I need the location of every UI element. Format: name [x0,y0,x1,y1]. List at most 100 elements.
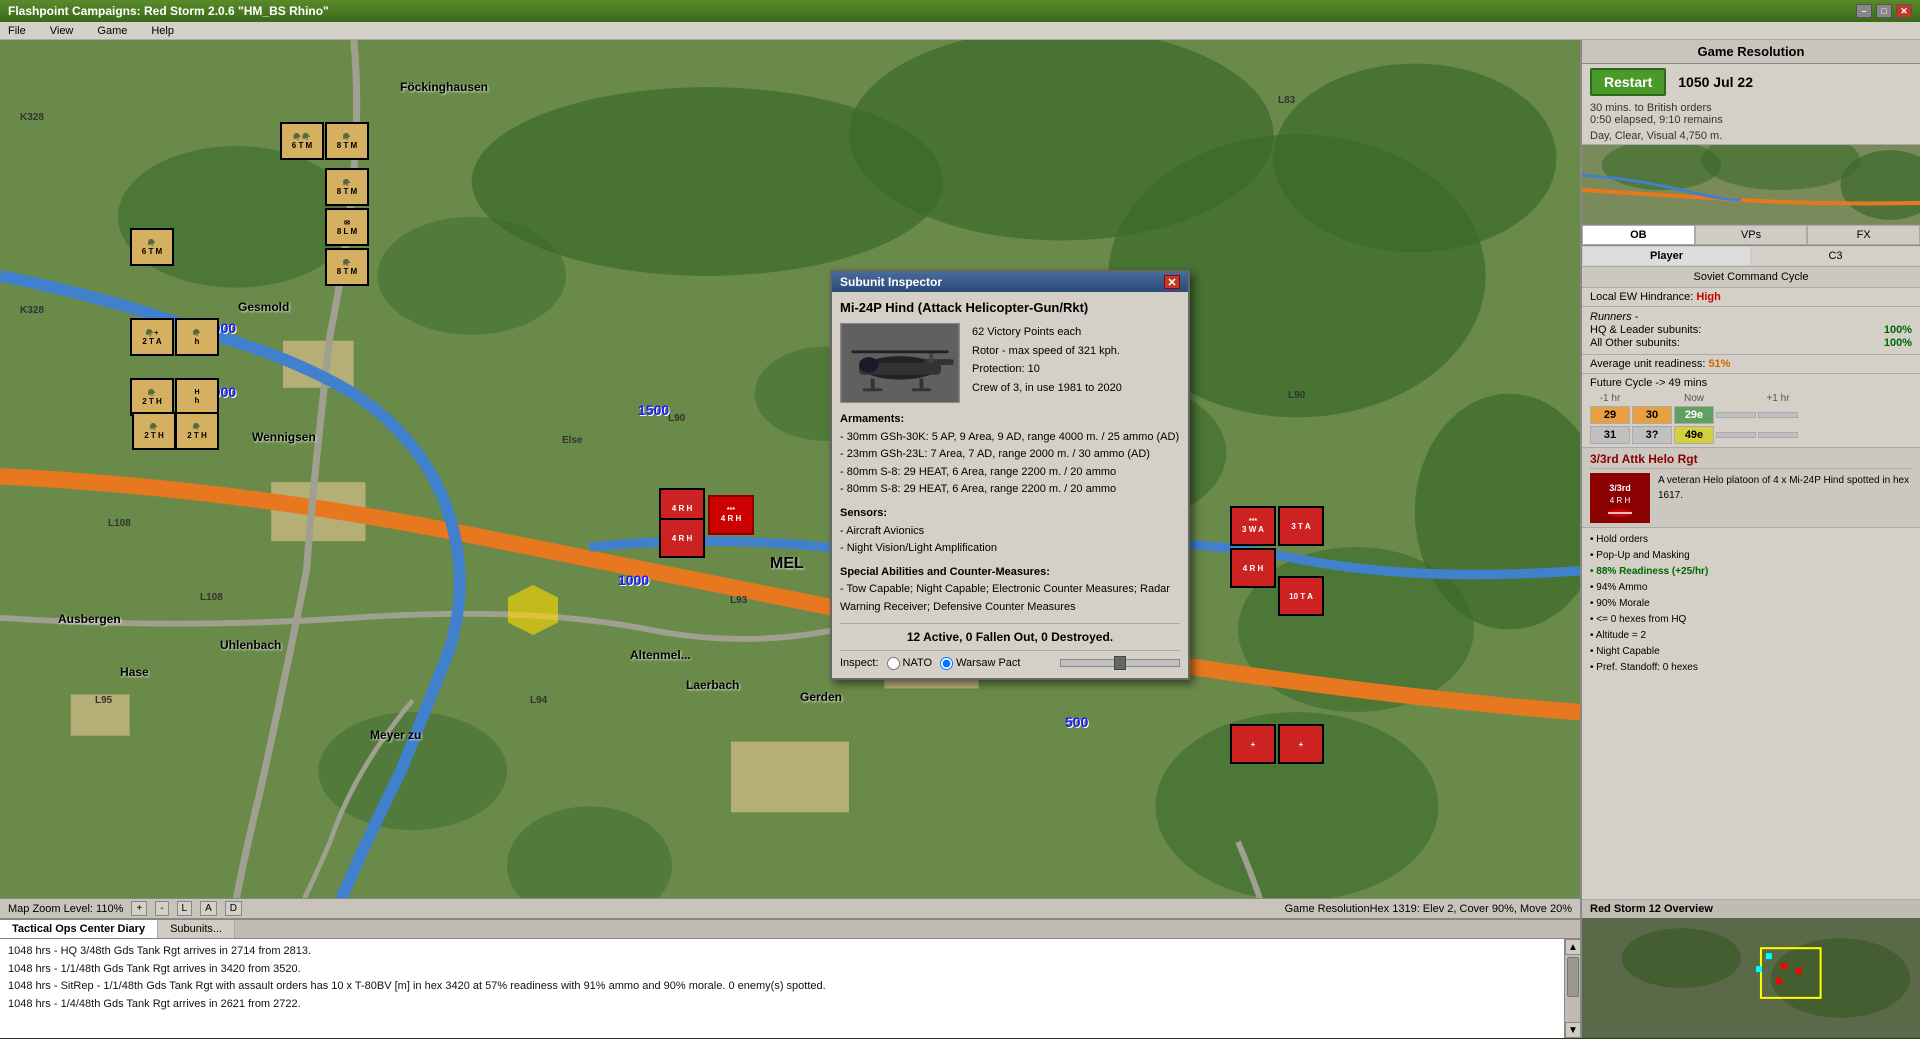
diary-line-2: 1048 hrs - 1/1/48th Gds Tank Rgt arrives… [8,961,1572,979]
arm3: - 80mm S-8: 29 HEAT, 6 Area, range 2200 … [840,464,1180,482]
inspector-unit-name: Mi-24P Hind (Attack Helicopter-Gun/Rkt) [840,300,1180,315]
future-cycle: Future Cycle -> 49 mins -1 hr Now +1 hr … [1582,374,1920,448]
tab-ob[interactable]: OB [1582,225,1695,245]
tab-player[interactable]: Player [1582,246,1751,266]
titlebar: Flashpoint Campaigns: Red Storm 2.0.6 "H… [0,0,1920,22]
ew-value: High [1696,291,1720,303]
status-bar: Map Zoom Level: 110% + - L A D Game Reso… [0,898,1580,918]
unit-soviet-10[interactable]: + [1278,724,1324,764]
inspector-body: Mi-24P Hind (Attack Helicopter-Gun/Rkt) [832,292,1188,678]
avg-value: 51% [1708,358,1730,370]
unit-nato-12[interactable]: 🪖 2 T H [175,412,219,450]
unit-nato-2[interactable]: 🪖 8 T M [325,122,369,160]
inspect-warsaw-option[interactable]: Warsaw Pact [940,657,1020,670]
inspect-nato-radio[interactable] [887,657,900,670]
helicopter-image [840,323,960,403]
zoom-l-btn[interactable]: L [177,901,193,916]
sensor2: - Night Vision/Light Amplification [840,540,1180,558]
inspector-protection: Protection: 10 [972,360,1122,379]
tab-c3[interactable]: C3 [1751,246,1920,266]
cycle-cell-49e: 49e [1674,426,1714,444]
unit-soviet-6[interactable]: 4 R H [1230,548,1276,588]
inspector-rotor: Rotor - max speed of 321 kph. [972,342,1122,361]
range-1000: 1000 [618,572,649,588]
right-panel: Game Resolution Restart 1050 Jul 22 30 m… [1580,40,1920,1038]
bullet-hq-dist: <= 0 hexes from HQ [1590,612,1912,628]
inspect-warsaw-radio[interactable] [940,657,953,670]
maximize-button[interactable]: □ [1876,4,1892,18]
time-line: 30 mins. to British orders [1590,102,1912,114]
unit-soviet-7[interactable]: 10 T A [1278,576,1324,616]
zoom-a-btn[interactable]: A [200,901,217,916]
unit-nato-9[interactable]: 🪖 2 T H [130,378,174,416]
cycle-cell-empty [1716,412,1756,418]
unit-nato-7[interactable]: 🪖+ 2 T A [130,318,174,356]
inspector-special: Special Abilities and Counter-Measures: … [840,564,1180,617]
cycle-header-now: Now [1674,393,1714,404]
close-button[interactable]: ✕ [1896,4,1912,18]
inspector-top-section: 62 Victory Points each Rotor - max speed… [840,323,1180,403]
inspector-close-button[interactable]: ✕ [1164,275,1180,289]
runners-label: Runners - [1590,311,1912,323]
map-area[interactable]: Föckinghausen Gesmold Wennigsen Ausberge… [0,40,1580,1038]
diary-line-3: 1048 hrs - SitRep - 1/1/48th Gds Tank Rg… [8,978,1572,996]
hex-l90-2: L90 [668,413,685,424]
map-thumbnail [1582,145,1920,225]
diary-line-1: 1048 hrs - HQ 3/48th Gds Tank Rgt arrive… [8,943,1572,961]
unit-nato-10[interactable]: H h [175,378,219,416]
unit-soviet-9[interactable]: + [1230,724,1276,764]
zoom-d-btn[interactable]: D [225,901,242,916]
titlebar-controls: – □ ✕ [1856,4,1912,18]
unit-nato-11[interactable]: 🪖 2 T H [132,412,176,450]
cycle-header-plus1: +1 hr [1758,393,1798,404]
unit-nato-8[interactable]: 🪖 h [175,318,219,356]
restart-button[interactable]: Restart [1590,68,1666,96]
scroll-thumb[interactable] [1567,957,1579,997]
ew-label: Local EW Hindrance: [1590,291,1693,303]
unit-soviet-4[interactable]: *** 3 W A [1230,506,1276,546]
inspector-stats: 62 Victory Points each Rotor - max speed… [972,323,1122,403]
unit-nato-3[interactable]: 🪖 8 T M [325,168,369,206]
overview-title: Red Storm 12 Overview [1582,899,1920,918]
unit-nato-6[interactable]: 🪖 6 T M [130,228,174,266]
scroll-up-btn[interactable]: ▲ [1565,939,1581,955]
map-background [0,40,1580,1030]
menu-game[interactable]: Game [93,24,131,38]
cycle-cell-31: 31 [1590,426,1630,444]
menu-view[interactable]: View [46,24,78,38]
unit-soviet-2[interactable]: 4 R H [659,518,705,558]
unit-detail-row: 3/3rd 4 R H A veteran Helo platoon of 4 … [1590,473,1912,523]
scroll-down-btn[interactable]: ▼ [1565,1022,1581,1038]
tab-vps[interactable]: VPs [1695,225,1808,245]
diary-scrollbar[interactable]: ▲ ▼ [1564,939,1580,1038]
range-1500: 1500 [638,402,669,418]
hex-k328-mid: K328 [20,305,44,316]
date-display: 1050 Jul 22 [1678,74,1753,90]
unit-nato-4[interactable]: ✉ 8 L M [325,208,369,246]
arm1: - 30mm GSh-30K: 5 AP, 9 Area, 9 AD, rang… [840,429,1180,447]
future-cycle-label: Future Cycle -> 49 mins [1590,377,1912,389]
zoom-plus-btn[interactable]: + [131,901,147,916]
menu-file[interactable]: File [4,24,30,38]
unit-nato-1[interactable]: 🪖🪖 6 T M [280,122,324,160]
avg-label: Average unit readiness: [1590,358,1705,370]
svg-text:4 R H: 4 R H [1609,496,1630,505]
unit-soviet-5[interactable]: 3 T A [1278,506,1324,546]
inspect-nato-option[interactable]: NATO [887,657,933,670]
tab-subunits[interactable]: Subunits... [158,920,235,938]
player-c3-row: Player C3 [1582,246,1920,267]
tab-diary[interactable]: Tactical Ops Center Diary [0,920,158,938]
menu-help[interactable]: Help [147,24,178,38]
zoom-minus-btn[interactable]: - [155,901,168,916]
main-layout: Föckinghausen Gesmold Wennigsen Ausberge… [0,40,1920,1038]
overview-map[interactable] [1582,918,1920,1038]
hex-info: Hex 1319: Elev 2, Cover 90%, Move 20% [1370,903,1572,915]
unit-nato-5[interactable]: 🪖 8 T M [325,248,369,286]
hex-l95: L95 [95,695,112,706]
minimize-button[interactable]: – [1856,4,1872,18]
unit-soviet-3[interactable]: *** 4 R H [708,495,754,535]
runners-section: Runners - HQ & Leader subunits: 100% All… [1582,307,1920,355]
tab-fx[interactable]: FX [1807,225,1920,245]
sensor1: - Aircraft Avionics [840,523,1180,541]
inspect-label: Inspect: [840,657,879,669]
